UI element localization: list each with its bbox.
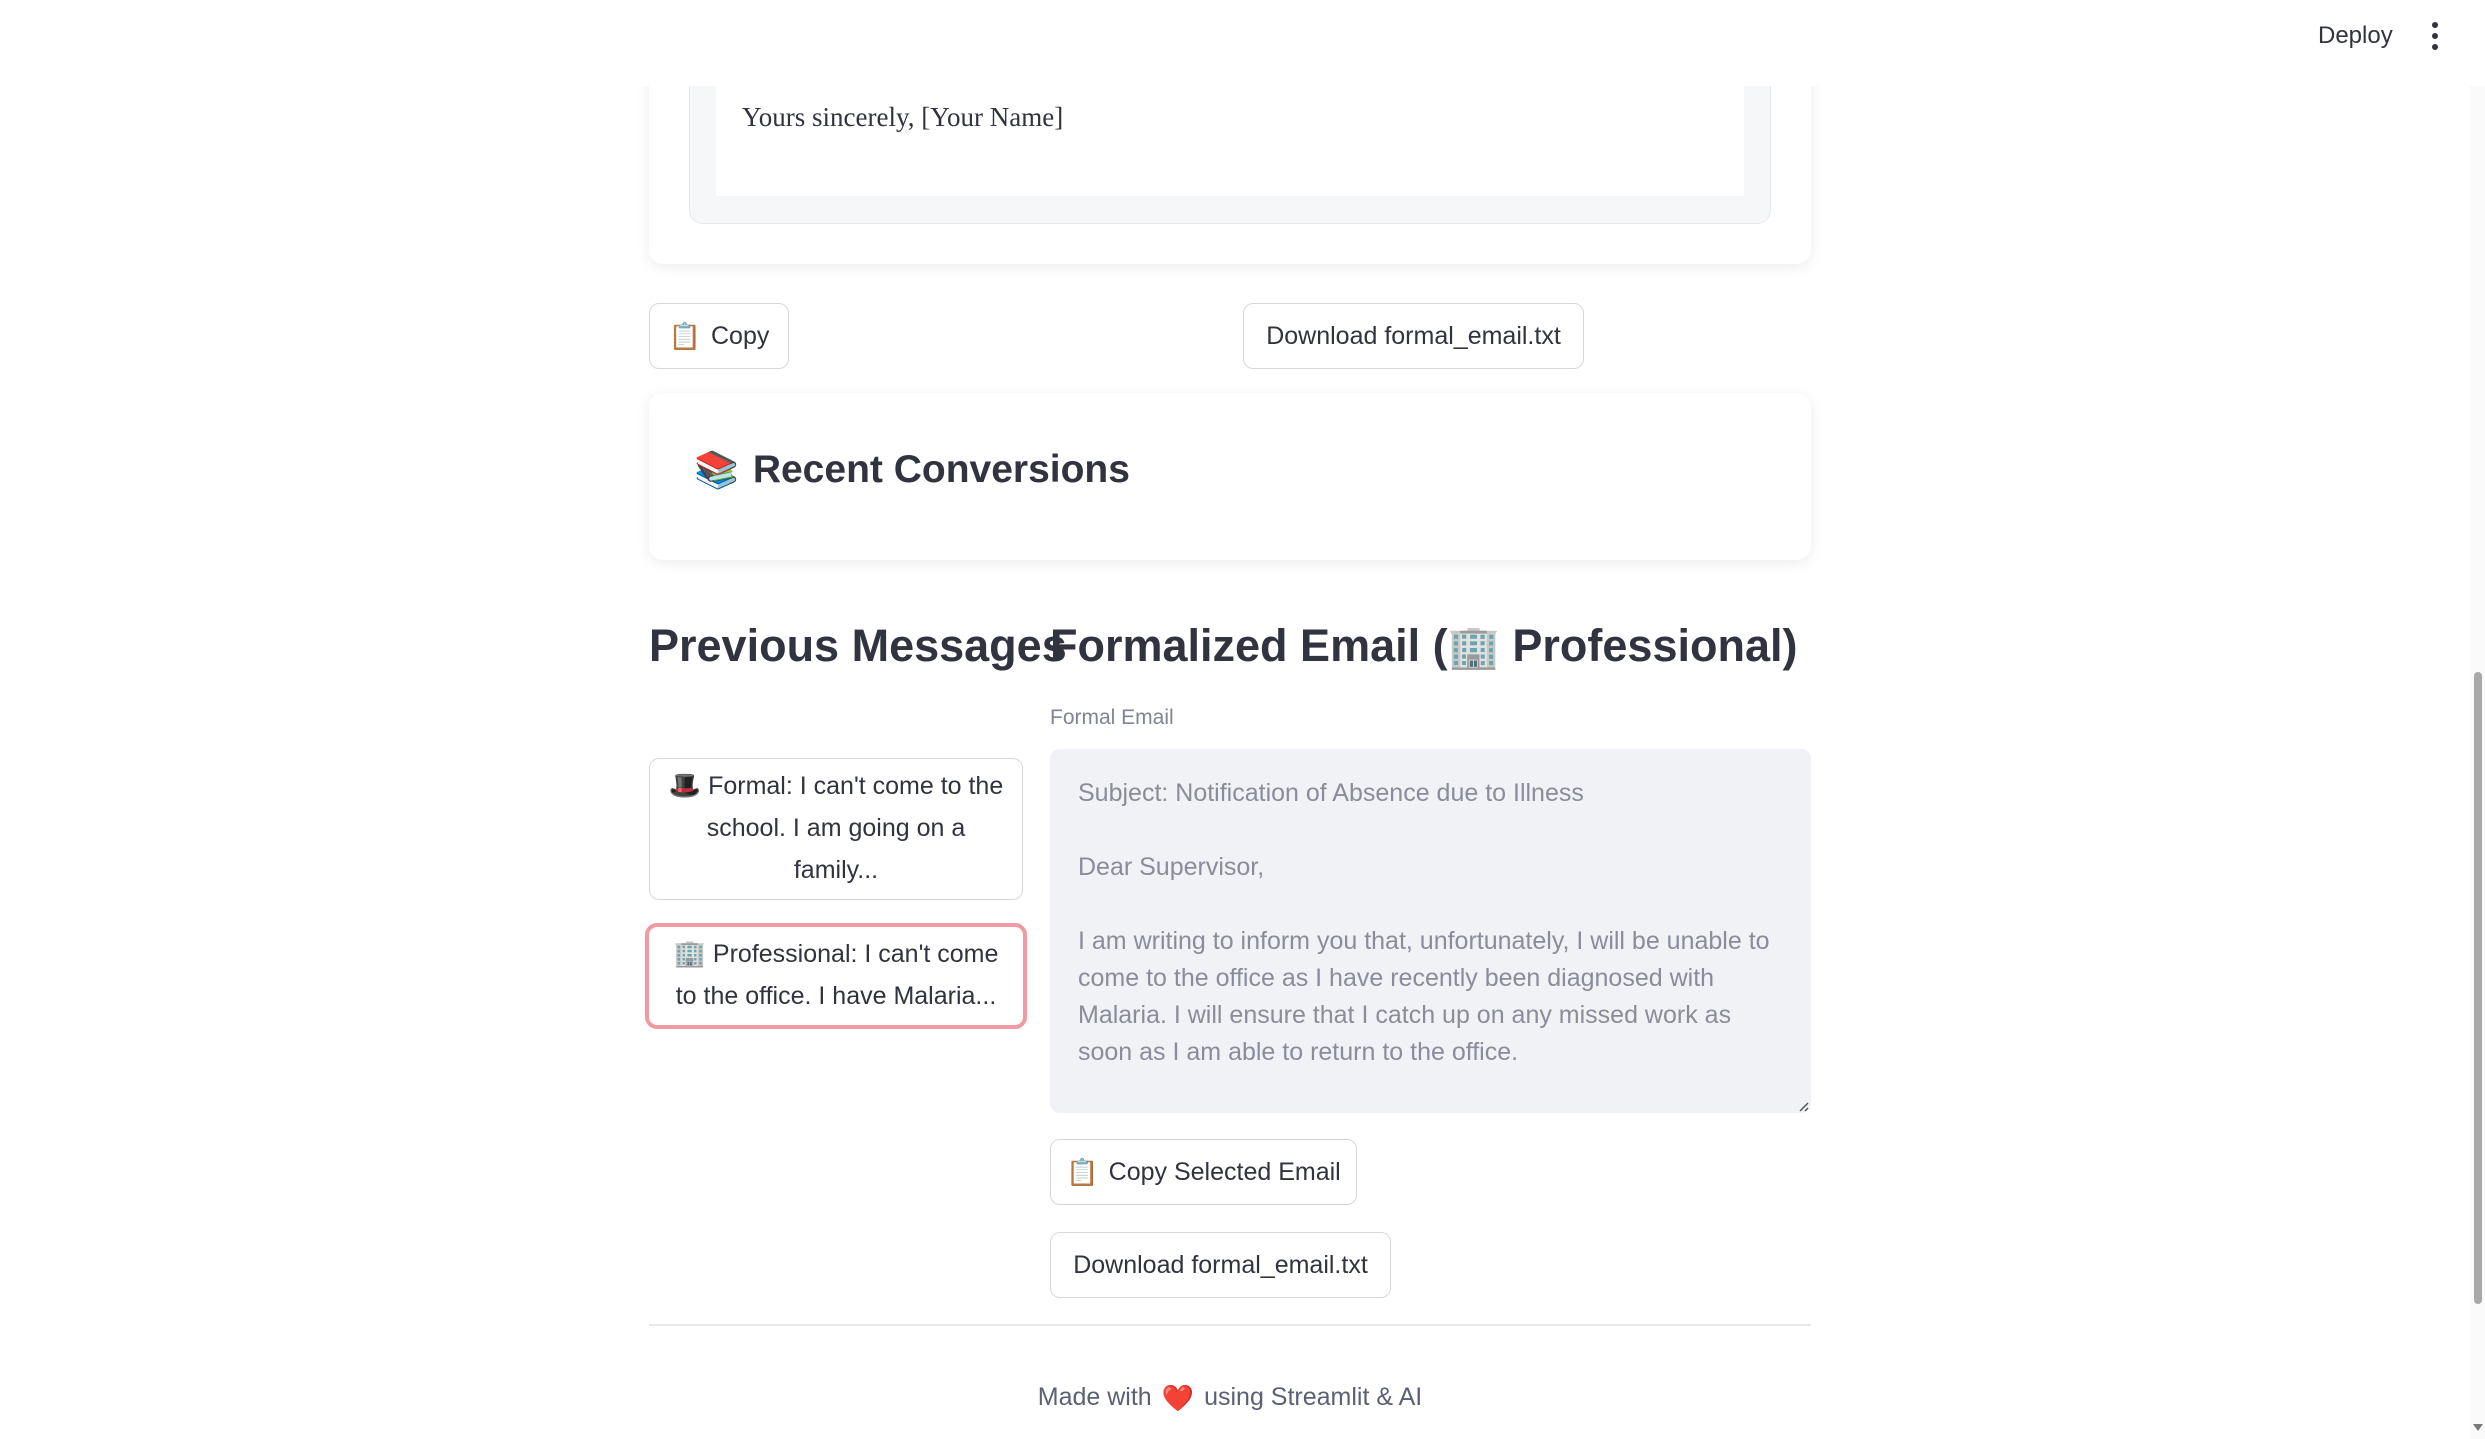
footer-divider bbox=[649, 1324, 1811, 1326]
history-item-professional[interactable]: 🏢 Professional: I can't come to the offi… bbox=[645, 923, 1027, 1029]
footer-suffix: using Streamlit & AI bbox=[1204, 1383, 1423, 1411]
heading-prefix: Formalized Email ( bbox=[1050, 620, 1448, 671]
download-button[interactable]: Download formal_email.txt bbox=[1243, 303, 1584, 369]
scrollbar-thumb[interactable] bbox=[2474, 672, 2482, 1304]
copy-selected-label: Copy Selected Email bbox=[1108, 1157, 1341, 1186]
formalized-email-heading: Formalized Email (🏢 Professional) bbox=[1050, 620, 1797, 672]
heading-suffix: Professional) bbox=[1499, 620, 1798, 671]
download-label: Download formal_email.txt bbox=[1073, 1250, 1368, 1279]
recent-conversions-title: 📚 Recent Conversions bbox=[694, 448, 1130, 492]
main-menu-icon[interactable] bbox=[2420, 14, 2450, 58]
letter-closing: Yours sincerely, [Your Name] bbox=[742, 102, 1064, 132]
formal-email-textarea[interactable]: Subject: Notification of Absence due to … bbox=[1050, 749, 1811, 1113]
download-label: Download formal_email.txt bbox=[1266, 321, 1561, 350]
history-item-formal[interactable]: 🎩 Formal: I can't come to the school. I … bbox=[649, 758, 1023, 900]
scroll-down-arrow-icon[interactable] bbox=[2473, 1424, 2483, 1431]
clipboard-icon: 📋 bbox=[668, 321, 701, 351]
resize-handle-icon[interactable] bbox=[1795, 1098, 1809, 1112]
history-item-label: Formal: I can't come to the school. I am… bbox=[706, 772, 1004, 884]
office-building-icon: 🏢 bbox=[1447, 623, 1500, 670]
footer-prefix: Made with bbox=[1037, 1383, 1152, 1411]
heart-icon: ❤️ bbox=[1161, 1382, 1195, 1413]
top-hat-icon: 🎩 bbox=[668, 770, 702, 800]
clipboard-icon: 📋 bbox=[1066, 1157, 1099, 1187]
office-building-icon: 🏢 bbox=[673, 938, 706, 968]
books-icon: 📚 bbox=[694, 449, 739, 490]
copy-label: Copy bbox=[711, 321, 770, 350]
recent-conversions-label: Recent Conversions bbox=[752, 448, 1130, 491]
deploy-button[interactable]: Deploy bbox=[2300, 14, 2411, 58]
formal-email-label: Formal Email bbox=[1050, 706, 1174, 729]
download-selected-button[interactable]: Download formal_email.txt bbox=[1050, 1232, 1391, 1298]
app-header: Deploy bbox=[0, 0, 2485, 86]
previous-messages-heading: Previous Messages bbox=[649, 620, 1067, 671]
copy-selected-email-button[interactable]: 📋 Copy Selected Email bbox=[1050, 1139, 1357, 1205]
history-item-label: Professional: I can't come to the office… bbox=[675, 940, 999, 1010]
footer: Made with ❤️ using Streamlit & AI bbox=[649, 1383, 1811, 1412]
copy-button[interactable]: 📋 Copy bbox=[649, 303, 789, 369]
